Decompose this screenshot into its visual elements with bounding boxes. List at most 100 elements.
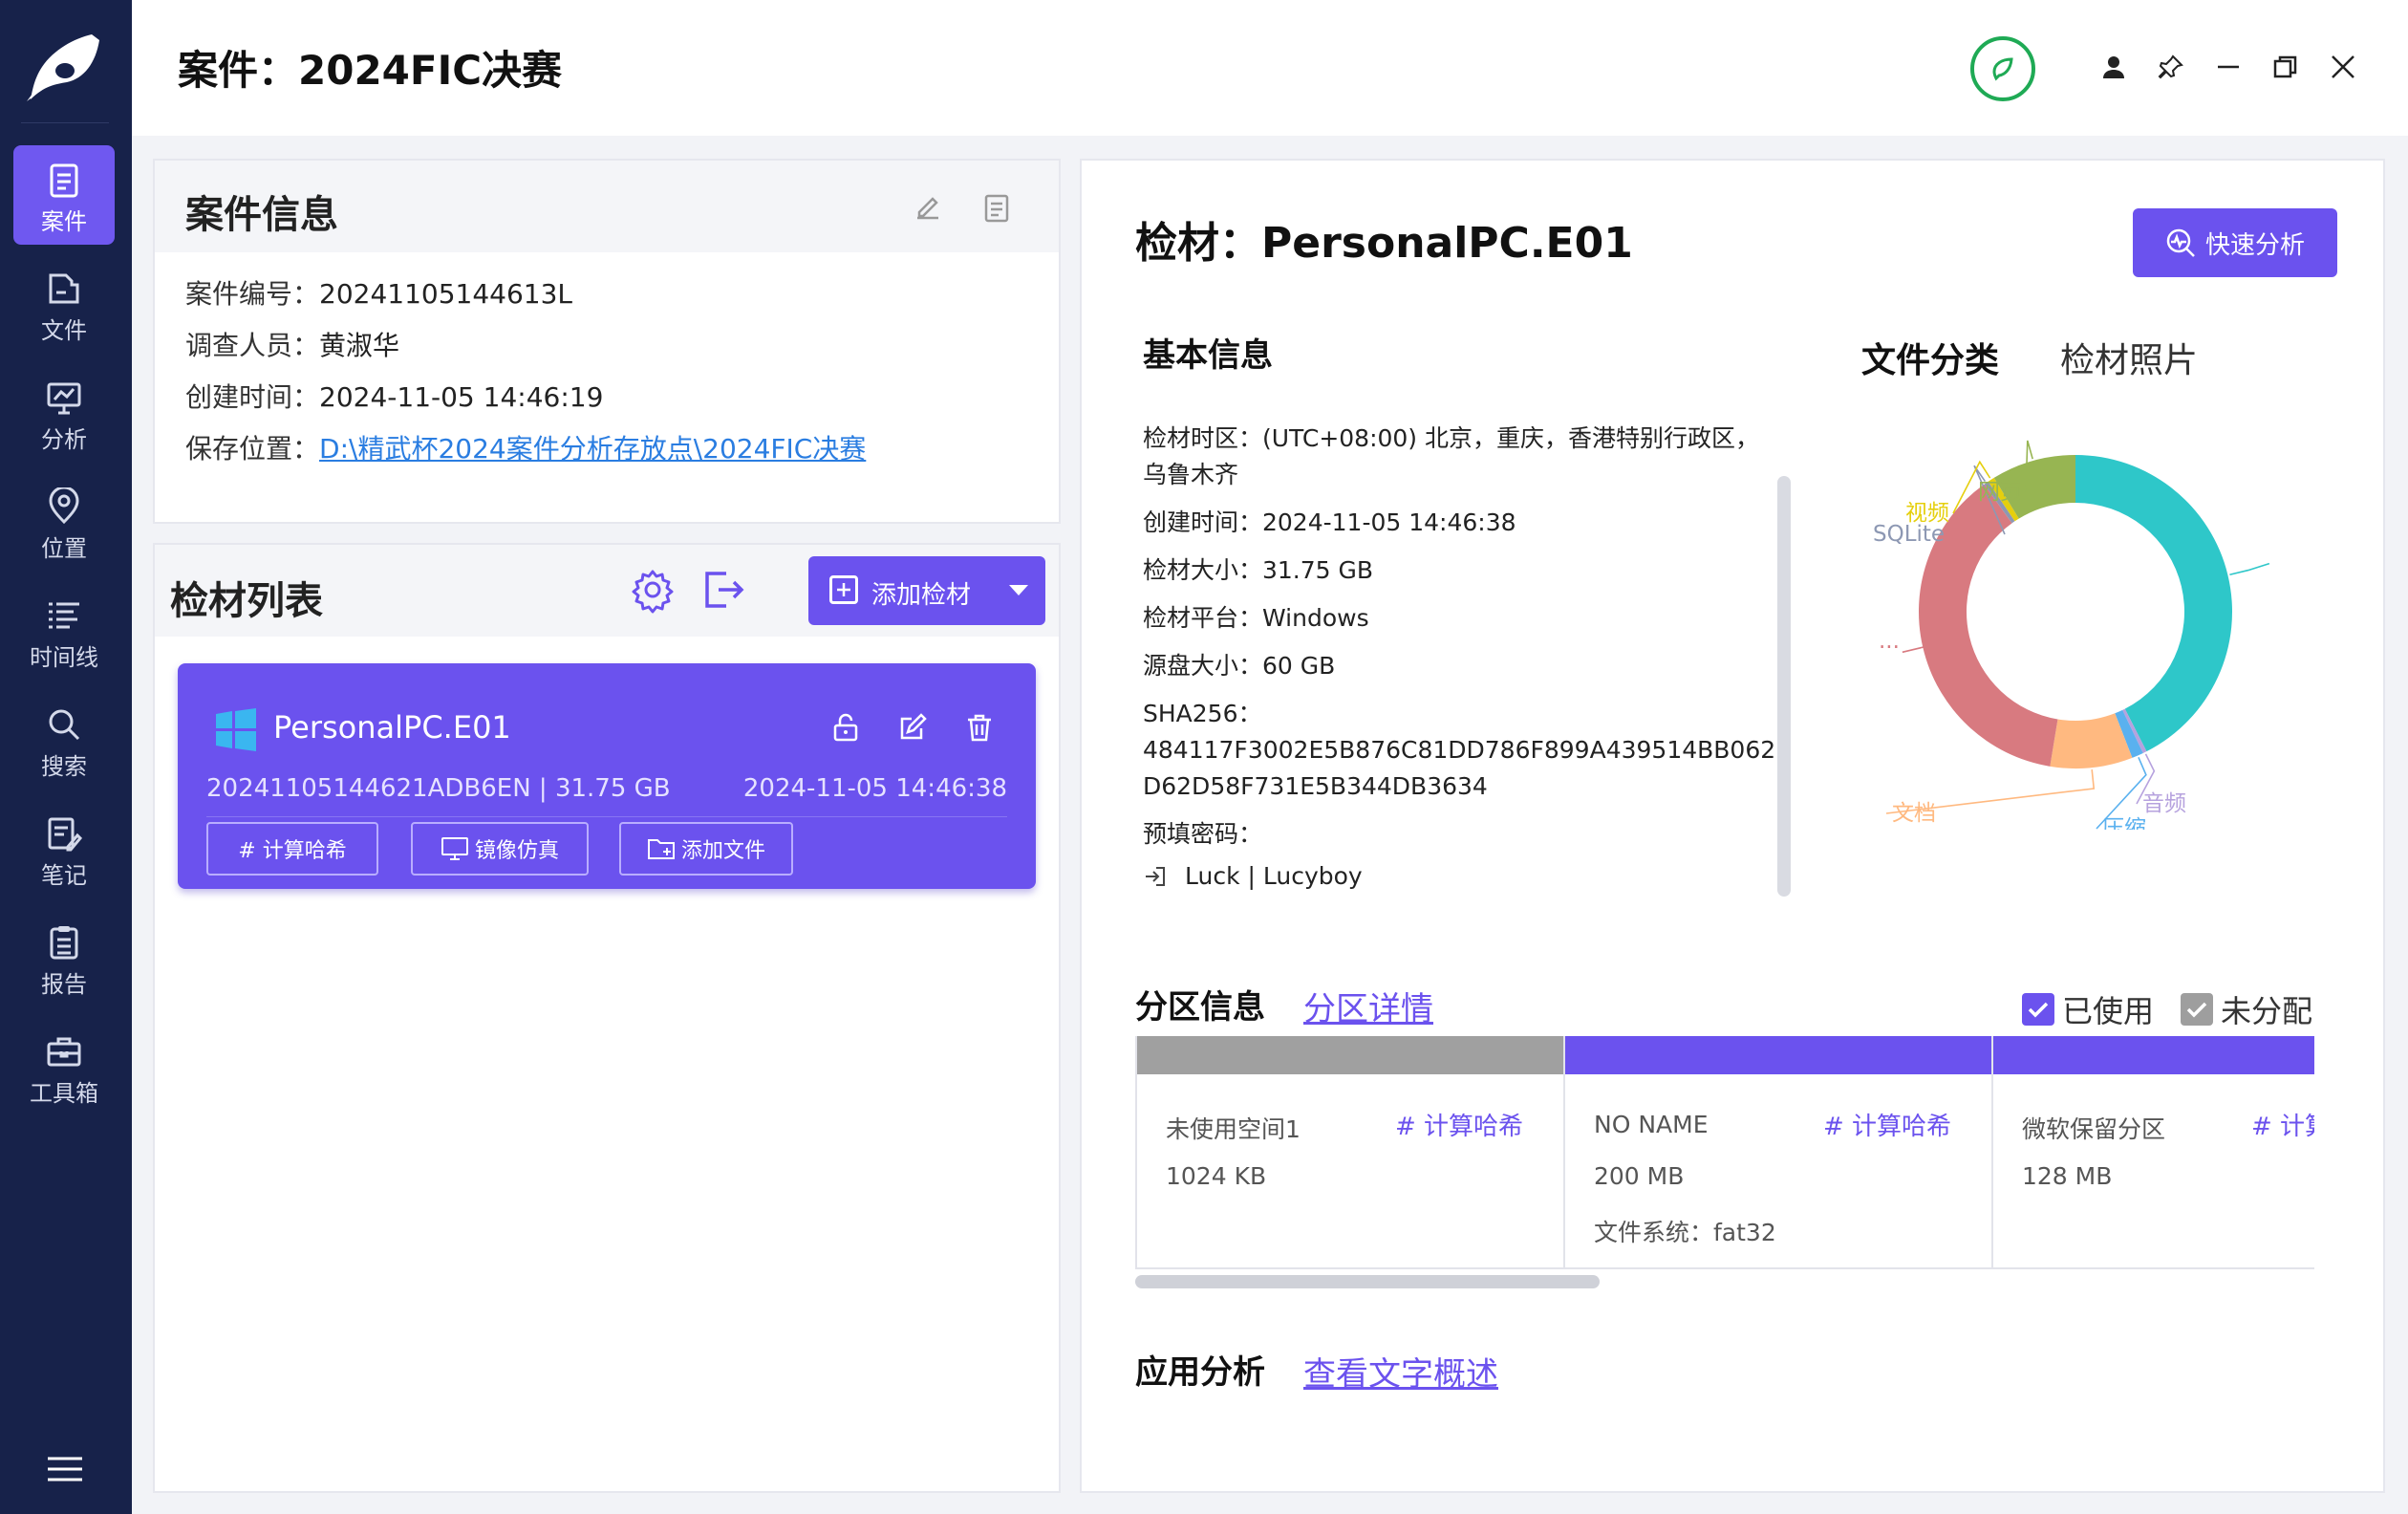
password-row: Luck | Lucyboy xyxy=(1143,858,1363,895)
donut-slice-label: 网页 xyxy=(1978,480,2022,505)
created-row: 创建时间：2024-11-05 14:46:19 xyxy=(185,377,603,415)
legend-used-label: 已使用 xyxy=(2062,993,2155,1029)
evidence-card[interactable]: PersonalPC.E01 20241105144621ADB6EN | 31… xyxy=(178,663,1036,889)
save-location-link[interactable]: D:\精武杯2024案件分析存放点\2024FIC决赛 xyxy=(319,433,866,465)
evidence-id-size: 20241105144621ADB6EN | 31.75 GB xyxy=(206,774,671,803)
password-value: Luck | Lucyboy xyxy=(1185,862,1363,890)
compute-hash-button[interactable]: # 计算哈希 xyxy=(206,822,378,876)
evidence-date: 2024-11-05 14:46:38 xyxy=(742,774,1007,803)
sidebar-item-notes[interactable]: 笔记 xyxy=(13,799,115,898)
sidebar-item-location[interactable]: 位置 xyxy=(13,472,115,572)
pin-button[interactable] xyxy=(2152,48,2190,86)
partition-info-title: 分区信息 xyxy=(1135,988,1265,1027)
evidence-list-header: 检材列表 添加检材 xyxy=(155,545,1059,637)
restore-button[interactable] xyxy=(2267,48,2305,86)
donut-slice[interactable] xyxy=(2075,455,2232,752)
legend-unallocated-checkbox[interactable]: 未分配 xyxy=(2181,990,2313,1029)
case-info-title: 案件信息 xyxy=(185,193,338,237)
partition-scrollbar[interactable] xyxy=(1135,1275,1600,1288)
edit-icon[interactable] xyxy=(912,191,944,224)
sidebar-item-report[interactable]: 报告 xyxy=(13,908,115,1007)
legend-unallocated-label: 未分配 xyxy=(2221,993,2313,1029)
partition-column: 未使用空间1 # 计算哈希 1024 KB xyxy=(1135,1036,1563,1269)
basic-info-title: 基本信息 xyxy=(1143,336,1273,375)
sidebar-item-search[interactable]: 搜索 xyxy=(13,690,115,789)
created-label: 创建时间： xyxy=(185,381,320,413)
partition-name: NO NAME xyxy=(1594,1111,1709,1138)
source-disk-size: 源盘大小：60 GB xyxy=(1143,652,1336,680)
sidebar: 案件 文件 分析 位置 时间线 搜索 笔记 报告 工具箱 xyxy=(0,0,132,1514)
lock-icon[interactable] xyxy=(829,711,862,744)
investigator-value: 黄淑华 xyxy=(319,330,400,361)
partition-bar xyxy=(1993,1036,2314,1074)
export-icon[interactable] xyxy=(698,564,749,616)
login-arrow-icon xyxy=(1146,867,1165,886)
add-evidence-button[interactable]: 添加检材 xyxy=(808,556,1045,625)
partition-hash-button[interactable]: # 计算哈希 xyxy=(1823,1107,1951,1142)
legend-used-checkbox[interactable]: 已使用 xyxy=(2022,990,2155,1029)
compute-hash-label: # 计算哈希 xyxy=(238,839,347,863)
password-label: 预填密码： xyxy=(1143,820,1263,848)
trash-icon[interactable] xyxy=(963,711,996,744)
evidence-size: 检材大小：31.75 GB xyxy=(1143,556,1374,584)
partition-hash-button[interactable]: # 计算哈希 xyxy=(2251,1107,2314,1142)
toolbox-icon xyxy=(47,1037,81,1067)
user-button[interactable] xyxy=(2095,48,2133,86)
close-button[interactable] xyxy=(2324,48,2362,86)
settings-gear-icon[interactable] xyxy=(627,564,678,616)
sidebar-item-case[interactable]: 案件 xyxy=(13,145,115,245)
minimize-button[interactable] xyxy=(2209,48,2247,86)
partition-hash-button[interactable]: # 计算哈希 xyxy=(1395,1107,1523,1142)
user-icon xyxy=(2103,56,2124,78)
card-divider xyxy=(206,816,1007,817)
case-info-header: 案件信息 xyxy=(155,161,1059,252)
sidebar-item-toolbox[interactable]: 工具箱 xyxy=(13,1017,115,1116)
edit-icon[interactable] xyxy=(896,711,929,744)
image-emulation-button[interactable]: 镜像仿真 xyxy=(411,822,589,876)
add-evidence-label: 添加检材 xyxy=(871,581,972,610)
sidebar-item-timeline[interactable]: 时间线 xyxy=(13,581,115,681)
monitor-chart-icon xyxy=(47,382,81,415)
minimize-icon xyxy=(2218,65,2239,69)
sidebar-divider xyxy=(21,122,109,123)
evidence-list-panel: 检材列表 添加检材 PersonalPC.E01 20241105144621A… xyxy=(153,543,1061,1493)
search-icon xyxy=(49,709,80,741)
evidence-name: PersonalPC.E01 xyxy=(273,709,511,746)
partition-bar xyxy=(1565,1036,1991,1074)
basic-info-scrollbar[interactable] xyxy=(1777,476,1791,897)
note-edit-icon xyxy=(48,817,83,852)
sidebar-item-label: 文件 xyxy=(41,317,87,344)
sidebar-item-label: 分析 xyxy=(41,426,87,453)
partition-column: NO NAME # 计算哈希 200 MB 文件系统：fat32 xyxy=(1563,1036,1991,1269)
chevron-down-icon[interactable] xyxy=(1009,585,1028,595)
text-overview-link[interactable]: 查看文字概述 xyxy=(1303,1348,1498,1395)
menu-icon[interactable] xyxy=(46,1455,84,1483)
sidebar-item-label: 时间线 xyxy=(30,644,98,671)
partition-size: 128 MB xyxy=(2022,1162,2113,1190)
partition-detail-link[interactable]: 分区详情 xyxy=(1303,983,1433,1029)
case-info-panel: 案件信息 案件编号：20241105144613L 调查人员：黄淑华 创建时间：… xyxy=(153,159,1061,524)
image-emulation-label: 镜像仿真 xyxy=(474,839,559,863)
sidebar-item-files[interactable]: 文件 xyxy=(13,254,115,354)
evidence-platform: 检材平台：Windows xyxy=(1143,604,1369,632)
investigator-row: 调查人员：黄淑华 xyxy=(185,325,399,363)
donut-slice-label: ... xyxy=(1879,629,1900,654)
case-number-row: 案件编号：20241105144613L xyxy=(185,273,572,312)
sidebar-item-analysis[interactable]: 分析 xyxy=(13,363,115,463)
tab-evidence-photo[interactable]: 检材照片 xyxy=(2060,333,2198,382)
checkbox-checked-icon xyxy=(2022,993,2054,1026)
evidence-list-title: 检材列表 xyxy=(170,579,323,623)
partition-name: 未使用空间1 xyxy=(1166,1115,1301,1143)
location-pin-icon xyxy=(49,487,79,525)
partition-filesystem: 文件系统：fat32 xyxy=(1594,1219,1776,1246)
status-leaf-button[interactable] xyxy=(1970,36,2035,101)
quick-analysis-button[interactable]: 快速分析 xyxy=(2133,208,2337,277)
tab-file-category[interactable]: 文件分类 xyxy=(1861,333,1999,382)
add-file-button[interactable]: 添加文件 xyxy=(619,822,793,876)
partition-column: 微软保留分区 # 计算哈希 128 MB xyxy=(1991,1036,2314,1269)
file-icon xyxy=(49,273,79,304)
clipboard-icon[interactable] xyxy=(980,191,1013,224)
monitor-icon xyxy=(441,837,468,860)
donut-slice-label: 视频 xyxy=(1905,501,1949,526)
evidence-detail-panel: 检材：PersonalPC.E01 快速分析 基本信息 检材时区：(UTC+08… xyxy=(1080,159,2385,1493)
